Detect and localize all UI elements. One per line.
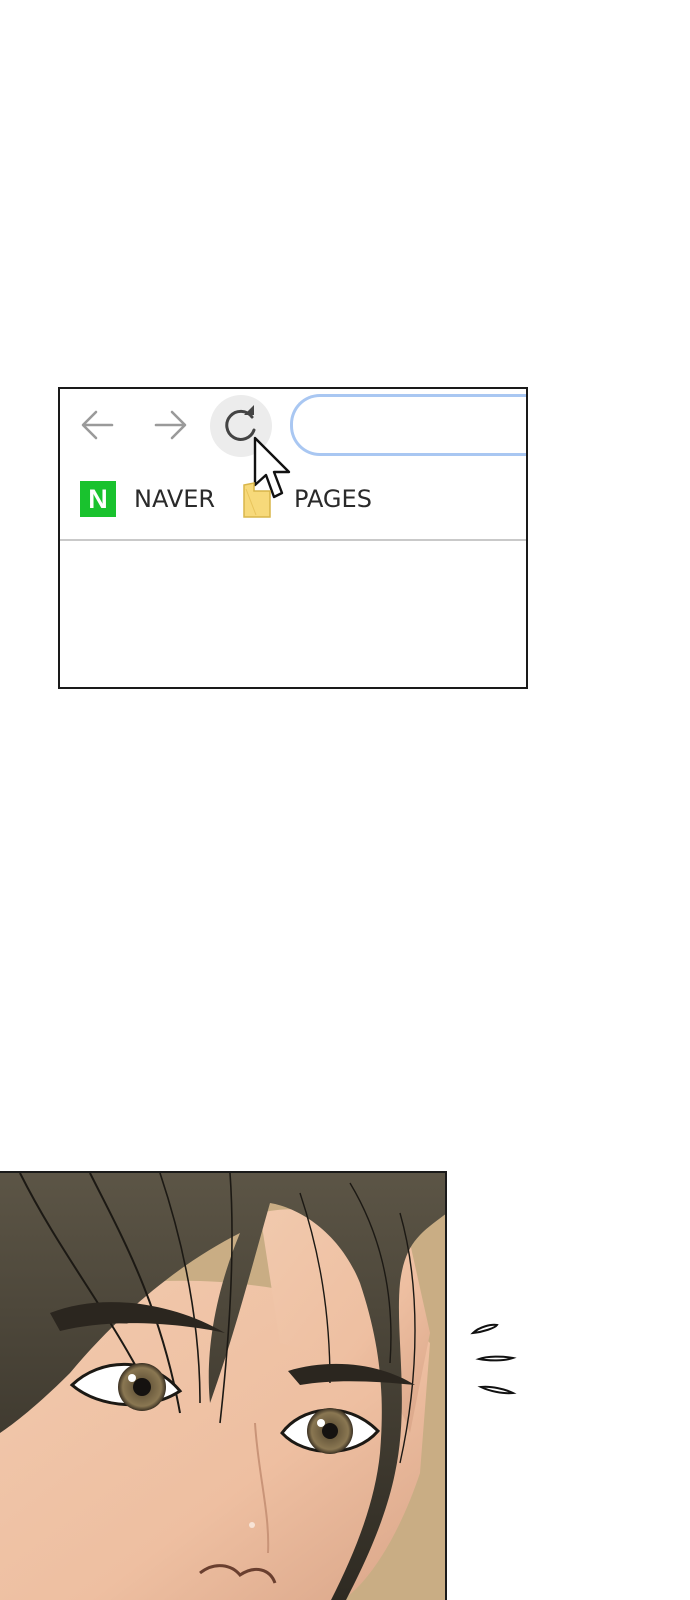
bookmarks-bar: N NAVER PAGES: [60, 465, 526, 539]
arrow-left-icon: [81, 410, 114, 440]
arrow-right-icon: [154, 410, 187, 440]
close-up-face-illustration: [0, 1171, 447, 1600]
bookmark-naver[interactable]: N NAVER: [80, 479, 215, 519]
bookmark-pages[interactable]: PAGES: [242, 479, 372, 519]
browser-window: N NAVER PAGES: [58, 387, 528, 689]
page-content-area: [60, 541, 526, 687]
browser-toolbar: [60, 389, 526, 499]
bookmark-label: PAGES: [294, 485, 372, 513]
forward-button[interactable]: [148, 403, 192, 447]
surprise-motion-lines: [470, 1323, 517, 1395]
back-button[interactable]: [76, 403, 120, 447]
naver-logo-icon: N: [80, 481, 116, 517]
address-bar[interactable]: [290, 394, 526, 456]
bookmark-label: NAVER: [134, 485, 216, 513]
folder-icon: [243, 482, 271, 518]
